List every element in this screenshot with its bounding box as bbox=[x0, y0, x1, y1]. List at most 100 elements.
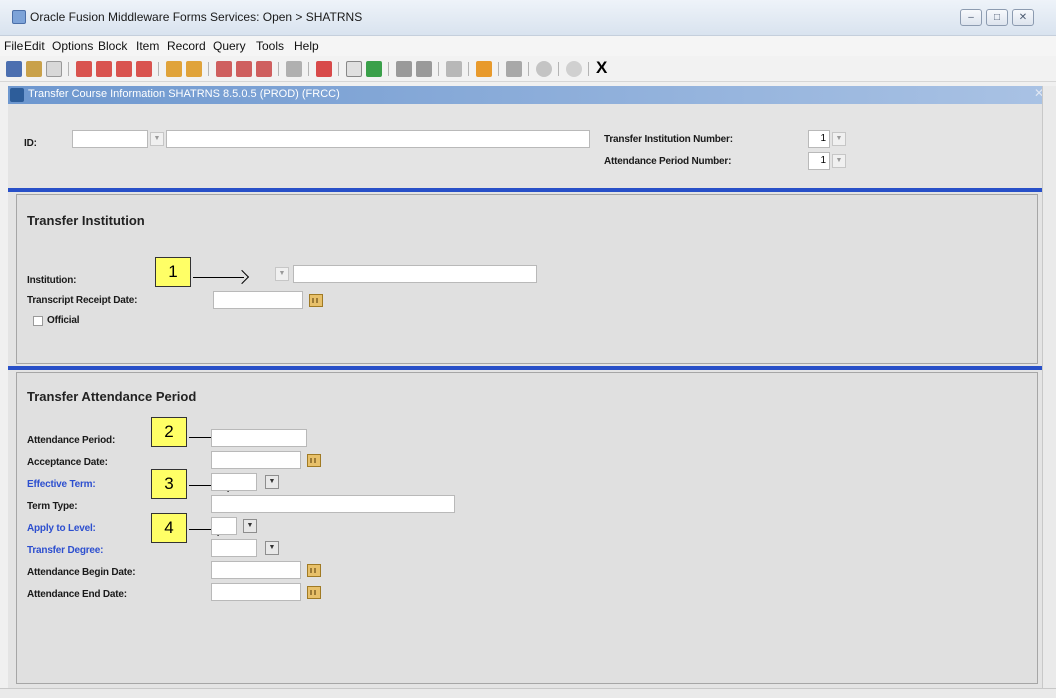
calendar-icon[interactable] bbox=[309, 294, 323, 307]
options-icon[interactable] bbox=[346, 61, 362, 77]
toolbar-separator bbox=[588, 62, 589, 76]
institution-name-field bbox=[293, 265, 537, 283]
attendance-end-date-label: Attendance End Date: bbox=[27, 589, 127, 600]
attendance-begin-date-input[interactable] bbox=[211, 561, 301, 579]
navigate-icon[interactable] bbox=[476, 61, 492, 77]
toolbar-separator bbox=[68, 62, 69, 76]
exit-button[interactable]: X bbox=[596, 58, 607, 78]
toolbar-separator bbox=[498, 62, 499, 76]
section-divider bbox=[8, 366, 1042, 370]
apply-to-level-lookup-button[interactable]: ▼ bbox=[243, 519, 257, 533]
attendance-begin-date-label: Attendance Begin Date: bbox=[27, 567, 136, 578]
transcript-receipt-date-label: Transcript Receipt Date: bbox=[27, 295, 138, 306]
transfer-institution-number-input[interactable]: 1 bbox=[808, 130, 830, 148]
menu-query[interactable]: Query bbox=[213, 39, 246, 53]
next-block-icon[interactable] bbox=[116, 61, 132, 77]
enter-query-icon[interactable] bbox=[216, 61, 232, 77]
save-icon[interactable] bbox=[6, 61, 22, 77]
attendance-period-number-lookup[interactable]: ▼ bbox=[832, 154, 846, 168]
institution-lookup-button[interactable]: ▼ bbox=[275, 267, 289, 281]
toolbar-separator bbox=[528, 62, 529, 76]
menu-tools[interactable]: Tools bbox=[256, 39, 284, 53]
id-name-field bbox=[166, 130, 590, 148]
acceptance-date-label: Acceptance Date: bbox=[27, 457, 108, 468]
institution-label: Institution: bbox=[27, 275, 77, 286]
form-title-bar: Transfer Course Information SHATRNS 8.5.… bbox=[8, 86, 1048, 104]
form-title: Transfer Course Information SHATRNS 8.5.… bbox=[28, 88, 340, 100]
add-icon[interactable] bbox=[366, 61, 382, 77]
acceptance-date-input[interactable] bbox=[211, 451, 301, 469]
cancel-query-icon[interactable] bbox=[256, 61, 272, 77]
toolbar-separator bbox=[208, 62, 209, 76]
section-down-icon[interactable] bbox=[416, 61, 432, 77]
menu-block[interactable]: Block bbox=[98, 39, 127, 53]
transfer-degree-lookup-button[interactable]: ▼ bbox=[265, 541, 279, 555]
toolbar-separator bbox=[338, 62, 339, 76]
back-icon[interactable] bbox=[446, 61, 462, 77]
effective-term-input[interactable] bbox=[211, 473, 257, 491]
window-title-bar: Oracle Fusion Middleware Forms Services:… bbox=[0, 0, 1056, 36]
effective-term-lookup-button[interactable]: ▼ bbox=[265, 475, 279, 489]
transfer-attendance-period-panel: Transfer Attendance Period Attendance Pe… bbox=[16, 372, 1038, 684]
callout-2: 2 bbox=[151, 417, 187, 447]
callout-arrow-1 bbox=[193, 269, 250, 285]
form-body: ID: ▼ Transfer Institution Number: 1 ▼ A… bbox=[8, 104, 1042, 690]
vertical-scrollbar[interactable] bbox=[1042, 86, 1056, 690]
term-type-label: Term Type: bbox=[27, 501, 78, 512]
attendance-period-input[interactable] bbox=[211, 429, 307, 447]
form-icon bbox=[10, 88, 24, 102]
menu-help[interactable]: Help bbox=[294, 39, 319, 53]
print-icon[interactable] bbox=[46, 61, 62, 77]
window-title: Oracle Fusion Middleware Forms Services:… bbox=[30, 10, 363, 24]
insert-record-icon[interactable] bbox=[76, 61, 92, 77]
callout-1: 1 bbox=[155, 257, 191, 287]
minimize-button[interactable]: – bbox=[960, 9, 982, 26]
close-button[interactable]: ✕ bbox=[1012, 9, 1034, 26]
calendar-icon[interactable] bbox=[307, 564, 321, 577]
horizontal-scrollbar[interactable] bbox=[0, 688, 1056, 698]
menu-file[interactable]: File bbox=[4, 39, 23, 53]
id-input[interactable] bbox=[72, 130, 148, 148]
transfer-degree-label: Transfer Degree: bbox=[27, 545, 104, 556]
transfer-institution-panel: Transfer Institution Institution: 1 ▼ Tr… bbox=[16, 194, 1038, 364]
next-record-icon[interactable] bbox=[186, 61, 202, 77]
transfer-institution-number-lookup[interactable]: ▼ bbox=[832, 132, 846, 146]
help-icon[interactable] bbox=[536, 61, 552, 77]
toolbar: X bbox=[0, 56, 1056, 82]
id-label: ID: bbox=[24, 138, 37, 149]
calendar-icon[interactable] bbox=[307, 454, 321, 467]
official-label: Official bbox=[47, 315, 80, 326]
attendance-period-number-label: Attendance Period Number: bbox=[604, 156, 732, 167]
transfer-degree-input[interactable] bbox=[211, 539, 257, 557]
maximize-button[interactable]: □ bbox=[986, 9, 1008, 26]
search-icon[interactable] bbox=[286, 61, 302, 77]
section-divider bbox=[8, 188, 1042, 192]
effective-term-label: Effective Term: bbox=[27, 479, 96, 490]
id-lookup-button[interactable]: ▼ bbox=[150, 132, 164, 146]
calendar-icon[interactable] bbox=[307, 586, 321, 599]
extract-icon[interactable] bbox=[506, 61, 522, 77]
remove-record-icon[interactable] bbox=[96, 61, 112, 77]
previous-block-icon[interactable] bbox=[136, 61, 152, 77]
rollback-icon[interactable] bbox=[26, 61, 42, 77]
menu-record[interactable]: Record bbox=[167, 39, 206, 53]
transfer-institution-number-label: Transfer Institution Number: bbox=[604, 134, 733, 145]
menu-edit[interactable]: Edit bbox=[24, 39, 45, 53]
toolbar-separator bbox=[438, 62, 439, 76]
transfer-institution-title: Transfer Institution bbox=[27, 213, 145, 228]
official-checkbox[interactable] bbox=[33, 316, 43, 326]
attendance-period-number-input[interactable]: 1 bbox=[808, 152, 830, 170]
menu-item[interactable]: Item bbox=[136, 39, 159, 53]
previous-record-icon[interactable] bbox=[166, 61, 182, 77]
section-up-icon[interactable] bbox=[396, 61, 412, 77]
menu-bar: File Edit Options Block Item Record Quer… bbox=[0, 36, 1056, 56]
apply-to-level-input[interactable] bbox=[211, 517, 237, 535]
print-report-icon[interactable] bbox=[316, 61, 332, 77]
execute-query-icon[interactable] bbox=[236, 61, 252, 77]
callout-4: 4 bbox=[151, 513, 187, 543]
transcript-receipt-date-input[interactable] bbox=[213, 291, 303, 309]
lightbulb-icon[interactable] bbox=[566, 61, 582, 77]
attendance-end-date-input[interactable] bbox=[211, 583, 301, 601]
term-type-input[interactable] bbox=[211, 495, 455, 513]
menu-options[interactable]: Options bbox=[52, 39, 93, 53]
